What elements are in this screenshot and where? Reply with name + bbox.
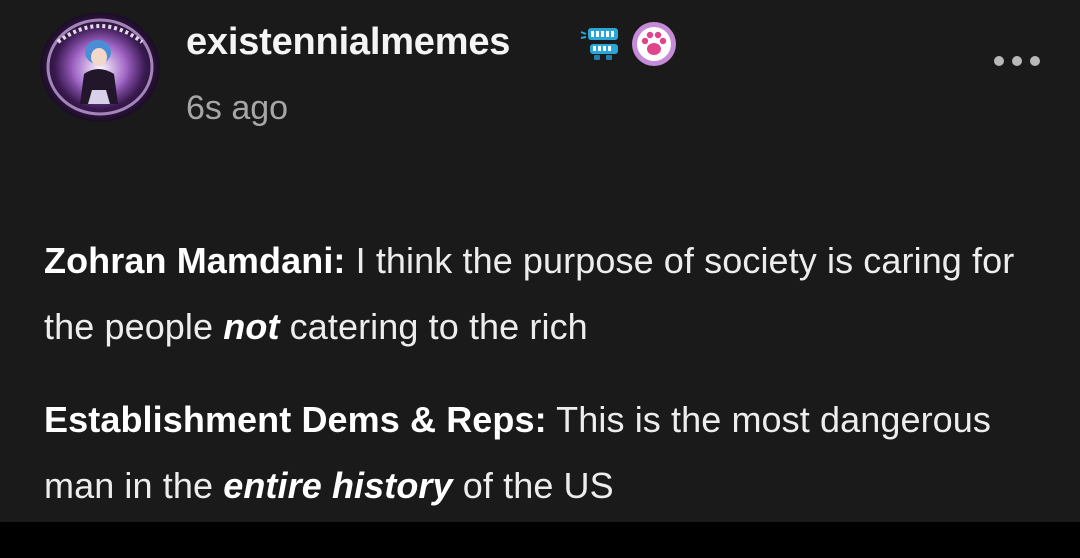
paragraph-text: of the US [452,465,614,506]
post-body: Zohran Mamdani: I think the purpose of s… [44,228,1044,522]
bottom-bar [0,522,1080,558]
teeth-badge-icon[interactable] [580,26,626,62]
more-options-icon[interactable] [990,44,1044,78]
paragraph-text: catering to the rich [279,306,588,347]
post-timestamp: 6s ago [186,89,289,127]
avatar[interactable] [40,12,160,122]
emphasized-text: not [223,306,280,347]
emphasized-text: entire history [223,465,453,506]
speaker-label: Zohran Mamdani: [44,240,346,281]
username[interactable]: existennialmemes [186,20,510,64]
paw-badge-icon[interactable] [630,20,678,68]
post-card: existennialmemes 6s ago Zohran Mamdani: … [0,0,1080,522]
speaker-label: Establishment Dems & Reps: [44,399,547,440]
post-paragraph: Establishment Dems & Reps: This is the m… [44,387,1024,519]
post-paragraph: Zohran Mamdani: I think the purpose of s… [44,228,1024,360]
